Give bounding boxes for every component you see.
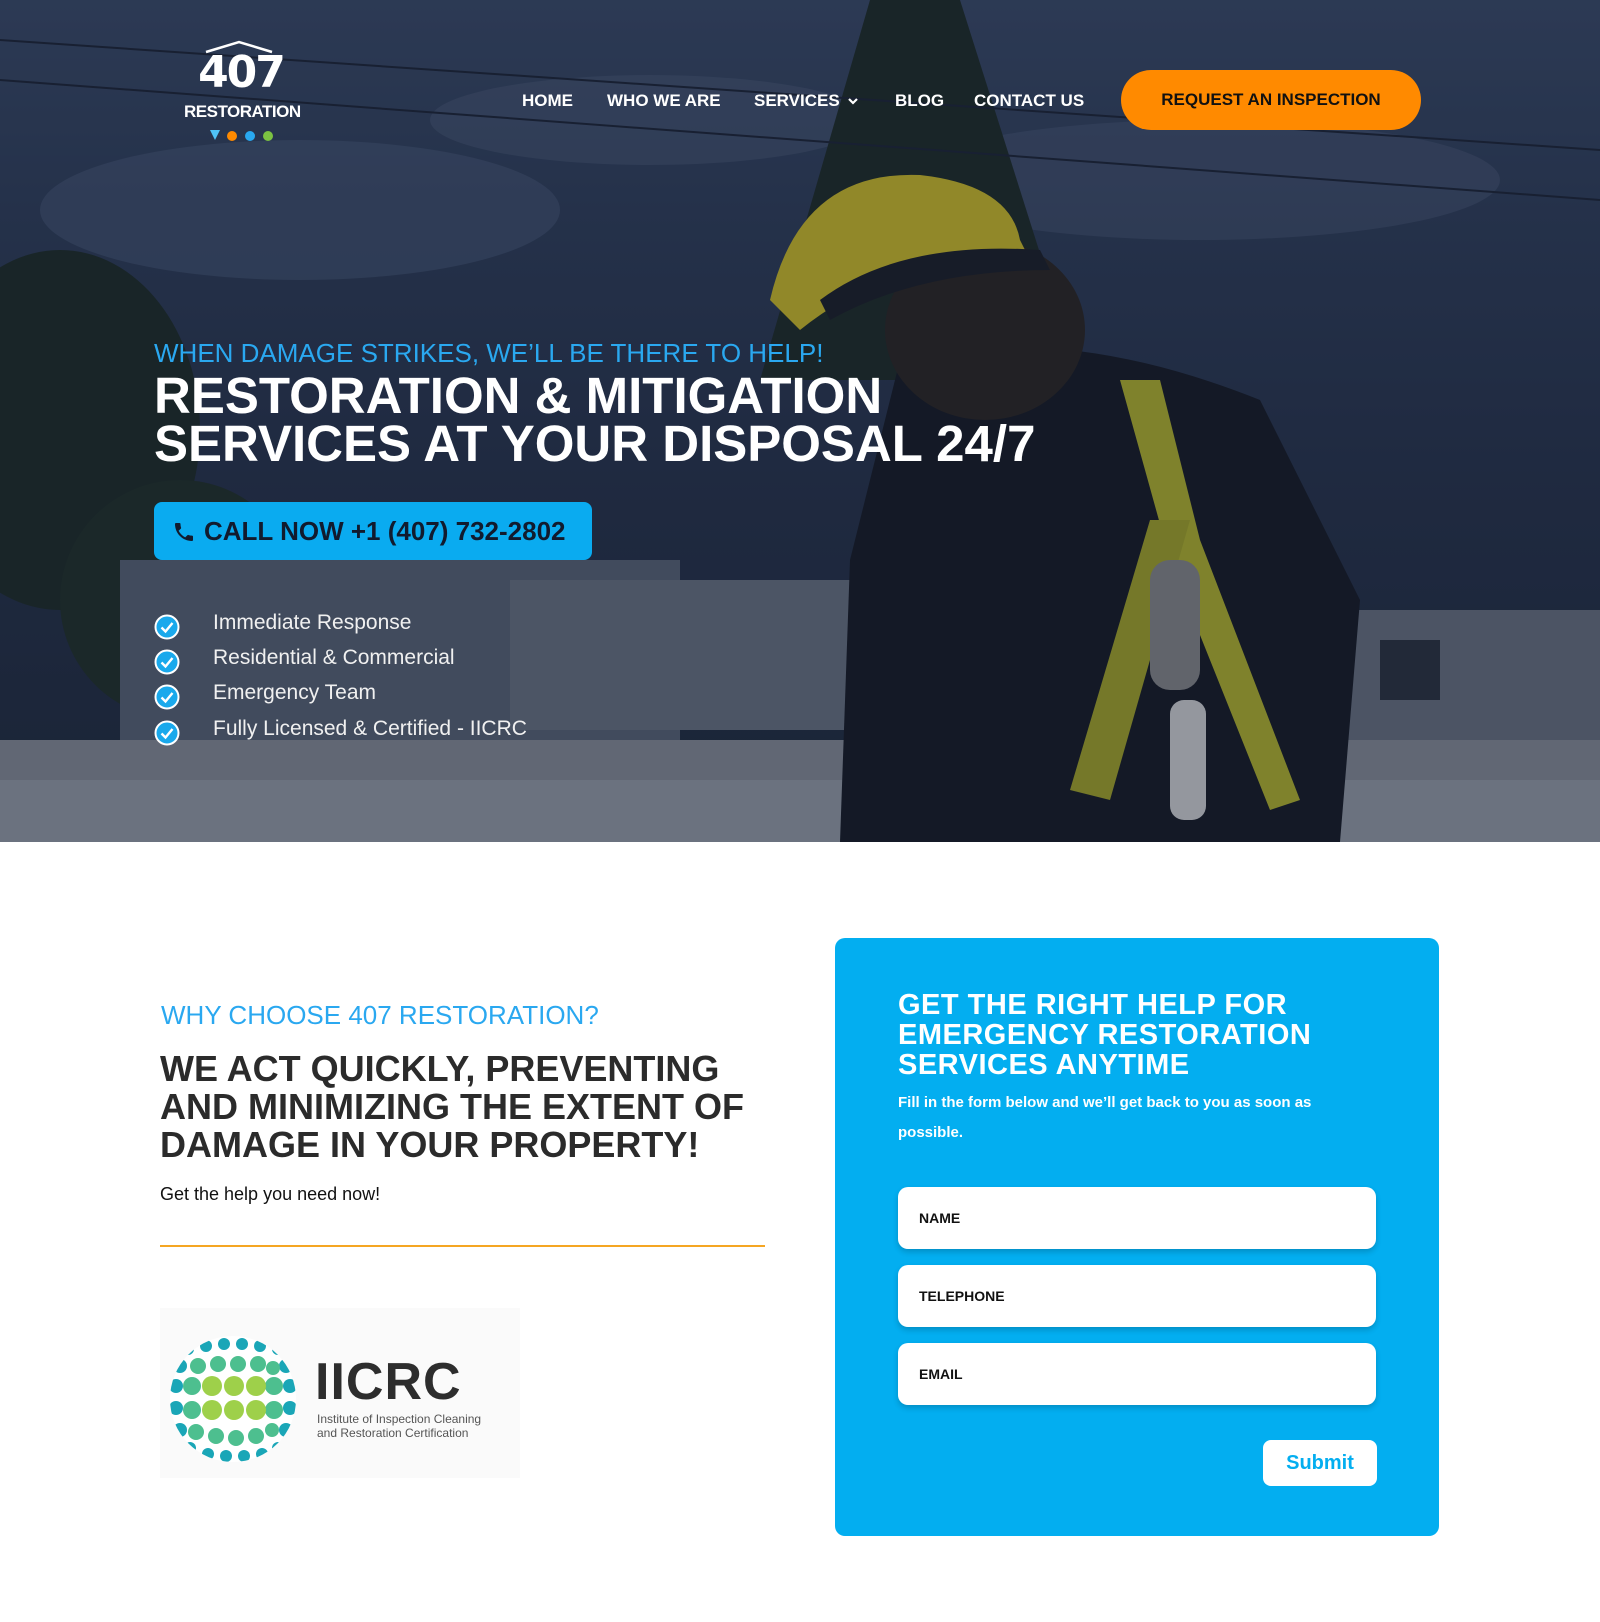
feature-text: Fully Licensed & Certified - IICRC [213, 717, 527, 740]
check-circle-icon [154, 684, 180, 710]
iicrc-desc-line-1: Institute of Inspection Cleaning [317, 1412, 482, 1426]
feature-text: Residential & Commercial [213, 646, 455, 669]
form-title: GET THE RIGHT HELP FOR EMERGENCY RESTORA… [898, 989, 1312, 1081]
why-kicker: WHY CHOOSE 407 RESTORATION? [161, 1000, 599, 1030]
why-title: WE ACT QUICKLY, PREVENTING AND MINIMIZIN… [160, 1048, 744, 1165]
phone-icon [175, 523, 193, 541]
iicrc-desc-line-2: and Restoration Certification [317, 1426, 469, 1440]
email-field[interactable] [898, 1343, 1376, 1405]
hero-title: RESTORATION & MITIGATION SERVICES AT YOU… [154, 370, 1154, 469]
hero-kicker: WHEN DAMAGE STRIKES, WE’LL BE THERE TO H… [154, 338, 824, 368]
chevron-down-icon[interactable] [846, 94, 860, 108]
divider [160, 1245, 765, 1247]
check-circle-icon [154, 720, 180, 746]
nav-blog[interactable]: BLOG [895, 86, 944, 116]
telephone-field[interactable] [898, 1265, 1376, 1327]
site-logo[interactable]: 407 RESTORATION [184, 40, 301, 146]
iicrc-name: IICRC [315, 1353, 462, 1411]
iicrc-globe-icon [170, 1336, 296, 1462]
name-field[interactable] [898, 1187, 1376, 1249]
contact-form-card: GET THE RIGHT HELP FOR EMERGENCY RESTORA… [835, 938, 1439, 1536]
logo-wordmark: RESTORATION [184, 102, 301, 121]
nav-who-we-are[interactable]: WHO WE ARE [607, 86, 721, 116]
check-circle-icon [154, 649, 180, 675]
request-inspection-button[interactable]: REQUEST AN INSPECTION [1121, 70, 1421, 130]
nav-home[interactable]: HOME [522, 86, 573, 116]
iicrc-description: Institute of Inspection Cleaning and Res… [317, 1412, 527, 1440]
hero-title-line-2: SERVICES AT YOUR DISPOSAL 24/7 [154, 415, 1036, 472]
iicrc-logo: IICRC Institute of Inspection Cleaning a… [160, 1308, 520, 1478]
form-subtitle: Fill in the form below and we’ll get bac… [898, 1094, 1312, 1141]
logo-number: 407 [198, 47, 286, 98]
check-circle-icon [154, 614, 180, 640]
call-now-label: CALL NOW +1 (407) 732-2802 [204, 516, 566, 546]
logo-service-icons [210, 130, 273, 141]
nav-contact-us[interactable]: CONTACT US [974, 86, 1084, 116]
feature-text: Emergency Team [213, 681, 377, 704]
submit-button[interactable]: Submit [1263, 1440, 1377, 1486]
hero-section: 407 RESTORATION HOME WHO WE ARE SERVICES… [0, 0, 1600, 842]
feature-text: Immediate Response [213, 611, 412, 634]
nav-services[interactable]: SERVICES [754, 86, 840, 116]
call-now-button[interactable]: CALL NOW +1 (407) 732-2802 [154, 502, 592, 560]
why-subtitle: Get the help you need now! [160, 1184, 381, 1204]
